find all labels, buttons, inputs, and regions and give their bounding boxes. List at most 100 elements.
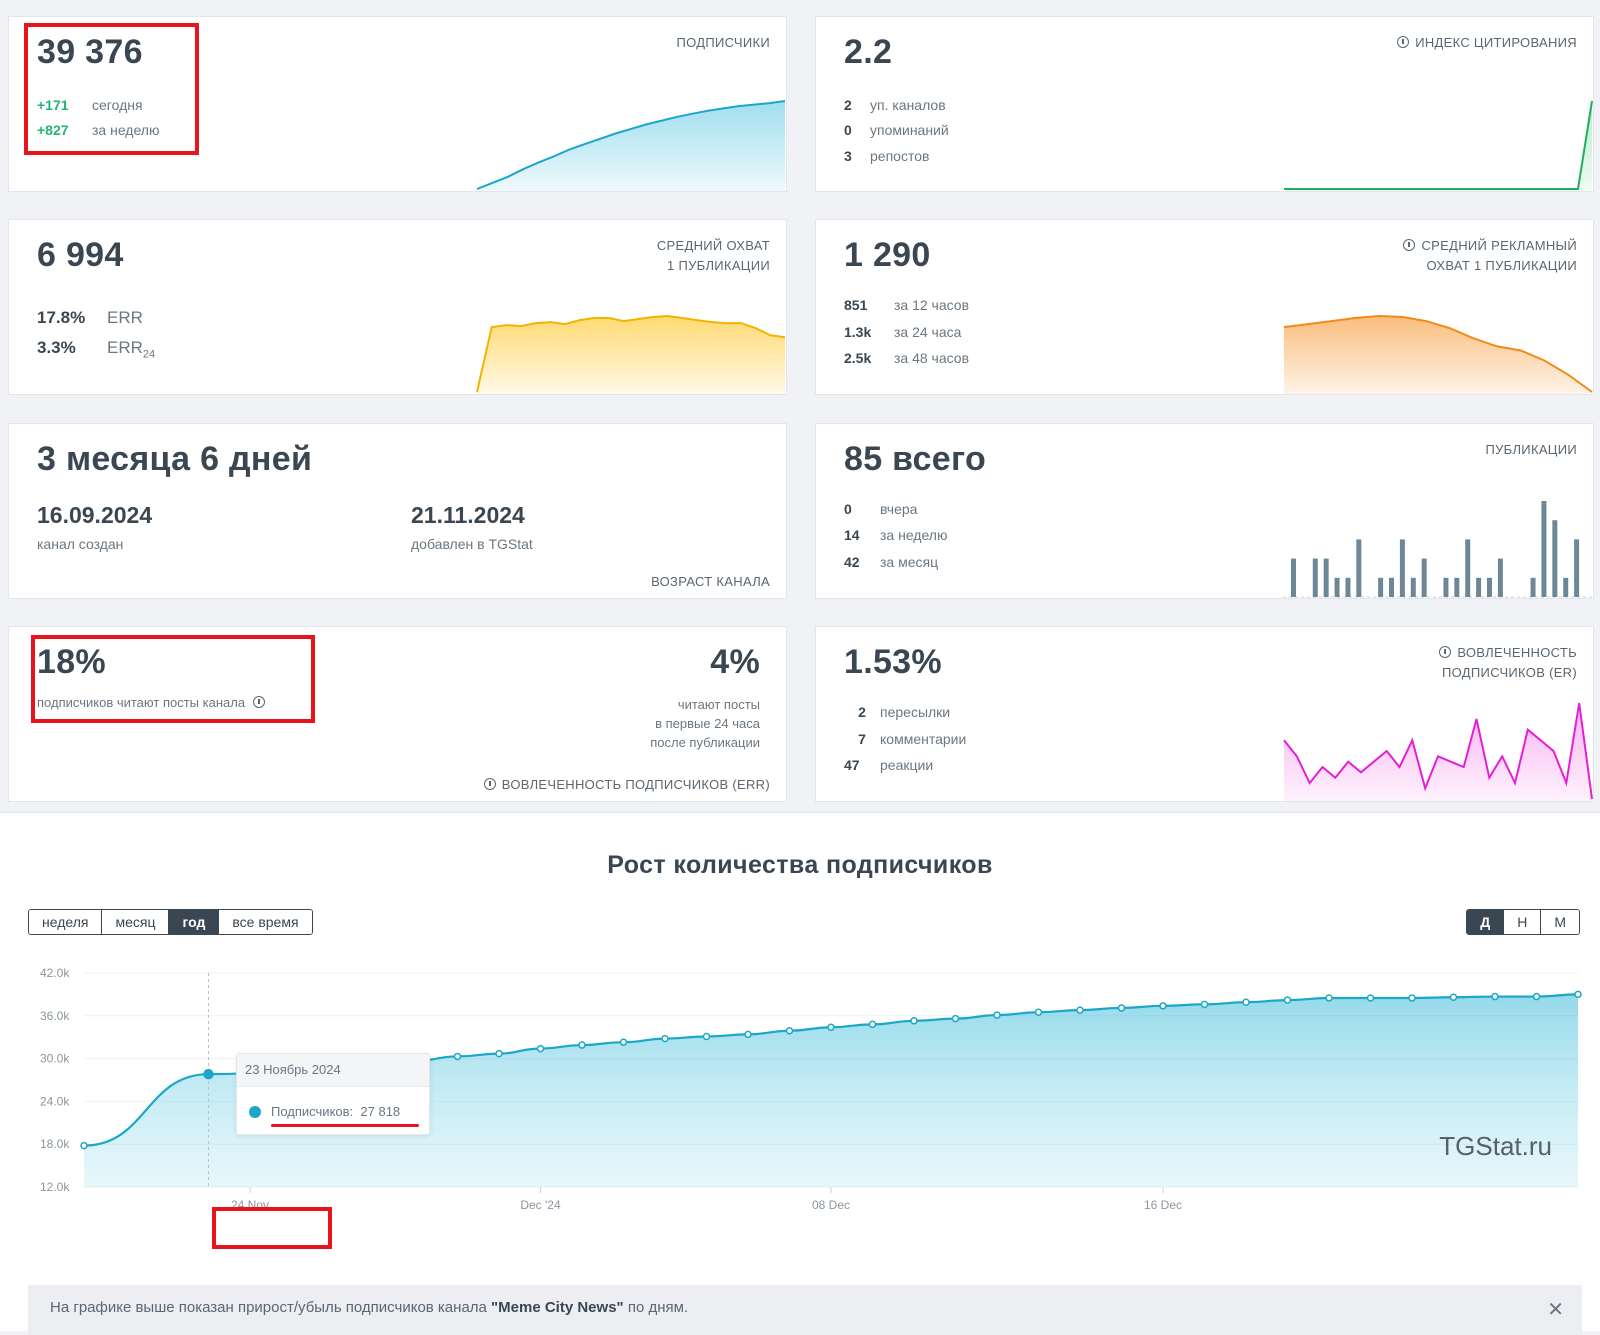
period-year-button[interactable]: год — [168, 910, 219, 934]
reach-err-row: 17.8% ERR — [37, 308, 143, 328]
read-right-value: 4% — [710, 643, 760, 681]
granularity-day-button[interactable]: Д — [1467, 910, 1504, 934]
posts-bar — [1312, 558, 1318, 597]
data-point — [1574, 990, 1582, 999]
ad-reach-caption-line1: СРЕДНИЙ РЕКЛАМНЫЙ — [1421, 238, 1577, 253]
er-card[interactable]: 1.53% 2 пересылки 7 комментарии 47 реакции … — [815, 626, 1594, 802]
data-point — [868, 1020, 877, 1029]
growth-title: Рост количества подписчиков — [607, 851, 993, 879]
posts-bar — [1345, 577, 1351, 597]
data-point — [203, 1068, 214, 1080]
y-tick-label: 30.0k — [40, 1052, 70, 1066]
posts-yesterday-label: вчера — [880, 501, 918, 517]
chart-note-text: На графике выше показан прирост/убыль по… — [50, 1299, 688, 1316]
data-point — [993, 1011, 1001, 1019]
citation-spark-area — [1284, 101, 1592, 191]
data-point — [827, 1023, 835, 1031]
data-point — [1076, 1006, 1084, 1014]
ad-reach-12h-row: 851 за 12 часов — [844, 297, 969, 313]
reach-err24-label: ERR — [107, 338, 143, 357]
info-icon[interactable] — [1439, 646, 1452, 658]
ad-reach-12h-label: за 12 часов — [894, 297, 970, 313]
citation-mentions-label: упоминаний — [870, 122, 949, 138]
ad-reach-caption: СРЕДНИЙ РЕКЛАМНЫЙ ОХВАТ 1 ПУБЛИКАЦИИ — [1403, 236, 1577, 276]
er-caption-line2: ПОДПИСЧИКОВ (ER) — [1442, 665, 1577, 680]
info-icon[interactable] — [1403, 239, 1416, 251]
age-card[interactable]: 3 месяца 6 дней 16.09.2024 канал создан … — [8, 423, 787, 599]
reach-err-label: ERR — [107, 308, 143, 327]
reach-err24-row: 3.3% ERR24 — [37, 338, 155, 360]
ad-reach-caption-line2: ОХВАТ 1 ПУБЛИКАЦИИ — [1426, 258, 1577, 273]
data-point — [1283, 996, 1292, 1004]
posts-card[interactable]: 85 всего 0 вчера 14 за неделю 42 за месяц П… — [815, 423, 1594, 599]
age-added-date: 21.11.2024 — [411, 502, 525, 528]
subscribers-spark-area — [477, 101, 785, 191]
er-reactions-value: 47 — [844, 757, 860, 773]
tooltip-date: 23 Ноябрь 2024 — [237, 1054, 429, 1087]
age-caption: ВОЗРАСТ КАНАЛА — [651, 574, 770, 589]
ad-reach-sparkline — [1283, 314, 1593, 394]
posts-bar — [1443, 577, 1449, 597]
chart-note: На графике выше показан прирост/убыль по… — [28, 1285, 1582, 1335]
data-point — [661, 1034, 669, 1043]
age-added-label: добавлен в TGStat — [411, 536, 533, 552]
chart-watermark: TGStat.ru — [1439, 1131, 1552, 1161]
ad-reach-spark-area — [1284, 316, 1592, 394]
ad-reach-48h-value: 2.5k — [844, 350, 872, 366]
posts-bar — [1421, 558, 1427, 597]
citation-channels-label: уп. каналов — [870, 97, 946, 113]
tooltip-value: 27 818 — [360, 1104, 401, 1119]
citation-sparkline — [1284, 100, 1593, 191]
info-icon[interactable] — [483, 778, 496, 790]
data-point — [1408, 994, 1416, 1002]
y-tick-label: 24.0k — [40, 1094, 70, 1108]
tooltip-label: Подписчиков: — [271, 1104, 354, 1119]
er-comments-value: 7 — [858, 731, 866, 747]
data-point — [453, 1052, 462, 1061]
read-card[interactable]: 18% подписчиков читают посты канала 4% ч… — [8, 626, 787, 802]
er-comments-row: 7 комментарии — [844, 731, 966, 747]
subscribers-caption: ПОДПИСЧИКИ — [676, 35, 770, 50]
period-week-button[interactable]: неделя — [29, 910, 102, 934]
close-icon[interactable]: ✕ — [1547, 1297, 1564, 1322]
subscribers-sparkline — [476, 100, 786, 191]
posts-bar — [1334, 577, 1340, 597]
citation-mentions-row: 0 упоминаний — [844, 122, 949, 138]
posts-yesterday-row: 0 вчера — [844, 501, 917, 517]
reach-card[interactable]: 6 994 17.8% ERR 3.3% ERR24 СРЕДНИЙ ОХВАТ 1 … — [8, 219, 787, 395]
data-point — [910, 1017, 918, 1025]
info-icon[interactable] — [1397, 36, 1410, 48]
posts-month-row: 42 за месяц — [844, 554, 938, 570]
x-tick-label: 08 Dec — [812, 1198, 850, 1212]
x-tick-label: Dec '24 — [520, 1198, 561, 1212]
y-tick-label: 36.0k — [40, 1009, 70, 1023]
posts-week-row: 14 за неделю — [844, 527, 947, 543]
period-all-button[interactable]: все время — [218, 910, 312, 934]
citation-caption-text: ИНДЕКС ЦИТИРОВАНИЯ — [1415, 35, 1577, 50]
data-point — [1242, 998, 1250, 1006]
granularity-week-button[interactable]: Н — [1503, 910, 1541, 934]
er-reactions-row: 47 реакции — [844, 757, 933, 773]
read-right-line3: после публикации — [650, 735, 760, 750]
chart-tooltip: 23 Ноябрь 2024 Подписчиков: 27 818 — [236, 1053, 430, 1135]
er-value: 1.53% — [844, 643, 942, 681]
granularity-month-button[interactable]: М — [1540, 910, 1579, 934]
er-caption: ВОВЛЕЧЕННОСТЬ ПОДПИСЧИКОВ (ER) — [1439, 643, 1577, 683]
chart-note-suffix: по дням. — [623, 1299, 689, 1316]
data-point — [1325, 994, 1333, 1002]
ad-reach-48h-label: за 48 часов — [894, 350, 970, 366]
ad-reach-card[interactable]: 1 290 851 за 12 часов 1.3k за 24 часа 2.5k… — [815, 219, 1594, 395]
subscribers-card[interactable]: 39 376 +171 сегодня +827 за неделю ПОДПИСЧ… — [8, 16, 787, 192]
reach-caption: СРЕДНИЙ ОХВАТ 1 ПУБЛИКАЦИИ — [657, 236, 770, 276]
citation-caption: ИНДЕКС ЦИТИРОВАНИЯ — [1397, 33, 1577, 53]
data-point — [578, 1041, 586, 1049]
ad-reach-24h-row: 1.3k за 24 часа — [844, 324, 961, 340]
posts-value: 85 всего — [844, 440, 987, 478]
highlight-box — [212, 1207, 332, 1249]
posts-bar — [1291, 558, 1296, 597]
highlight-box — [24, 23, 199, 155]
citation-card[interactable]: 2.2 2 уп. каналов 0 упоминаний 3 репостов И… — [815, 16, 1594, 192]
reach-sparkline — [476, 314, 786, 394]
period-month-button[interactable]: месяц — [101, 910, 169, 934]
er-forwards-row: 2 пересылки — [844, 704, 950, 720]
